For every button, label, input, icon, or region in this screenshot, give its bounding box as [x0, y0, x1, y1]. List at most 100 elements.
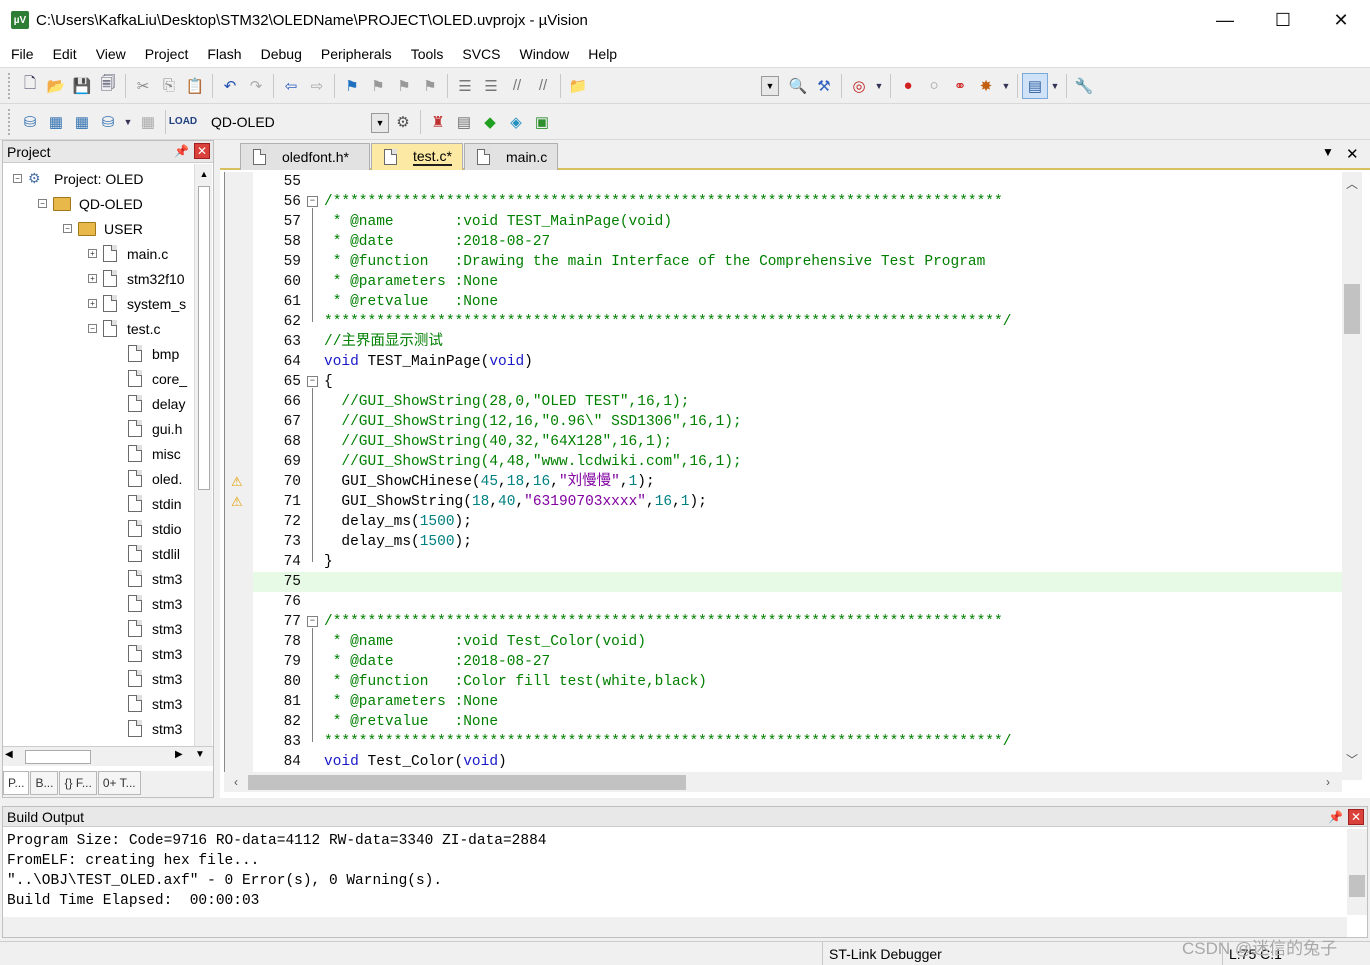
tree-item[interactable]: stdlil — [113, 541, 180, 566]
code-line[interactable]: 77−/************************************… — [253, 612, 1342, 632]
prev-bookmark-icon[interactable]: ⚑ — [365, 73, 391, 99]
scroll-thumb[interactable] — [1344, 284, 1360, 334]
pin-icon[interactable]: 📌 — [1328, 810, 1343, 824]
code-line[interactable]: 70 GUI_ShowCHinese(45,18,16,"刘慢慢",1); — [253, 472, 1342, 492]
code-line[interactable]: 57 * @name :void TEST_MainPage(void) — [253, 212, 1342, 232]
scroll-left-icon[interactable]: ‹ — [226, 772, 246, 792]
select-packs-icon[interactable]: ◆ — [477, 109, 503, 135]
code-line[interactable]: 75 — [253, 572, 1342, 592]
close-panel-icon[interactable]: ✕ — [1348, 809, 1364, 825]
tree-item[interactable]: core_ — [113, 366, 187, 391]
code-line[interactable]: 66 //GUI_ShowString(28,0,"OLED TEST",16,… — [253, 392, 1342, 412]
new-file-icon[interactable]: 🗋 — [17, 73, 43, 99]
kill-breakpoints-icon[interactable]: ⚭ — [947, 73, 973, 99]
fold-toggle-icon[interactable]: − — [307, 196, 318, 207]
find-in-files-icon[interactable]: 📁 — [565, 73, 591, 99]
comment-icon[interactable]: // — [504, 73, 530, 99]
collapse-icon[interactable]: − — [13, 174, 22, 183]
scroll-thumb[interactable] — [1349, 875, 1365, 897]
code-line[interactable]: 56−/************************************… — [253, 192, 1342, 212]
tab-oledfont-h[interactable]: oledfont.h* — [240, 143, 370, 170]
find-combo-dropdown[interactable]: ▼ — [761, 75, 779, 96]
code-line[interactable]: 71 GUI_ShowString(18,40,"63190703xxxx",1… — [253, 492, 1342, 512]
build-output-vscrollbar[interactable] — [1347, 829, 1367, 915]
expand-icon[interactable]: + — [88, 249, 97, 258]
menu-peripherals[interactable]: Peripherals — [310, 46, 400, 62]
scroll-left-icon[interactable]: ◀ — [5, 749, 13, 760]
menu-flash[interactable]: Flash — [196, 46, 249, 62]
menu-edit[interactable]: Edit — [42, 46, 85, 62]
tree-item[interactable]: stdio — [113, 516, 182, 541]
tab-test-c[interactable]: test.c* — [371, 143, 463, 170]
tree-item[interactable]: + system_s — [88, 291, 186, 316]
build-output-hscrollbar[interactable] — [3, 917, 1347, 937]
editor-hscrollbar[interactable]: ‹ › — [224, 772, 1342, 792]
tab-project[interactable]: P... — [3, 771, 30, 795]
scroll-right-icon[interactable]: ▶ — [175, 749, 183, 760]
warning-icon[interactable]: ⚠ — [231, 495, 247, 509]
scroll-thumb[interactable] — [198, 186, 210, 490]
project-tree-vscrollbar[interactable]: ▲ — [194, 164, 212, 754]
stop-build-icon[interactable]: ▦ — [135, 109, 161, 135]
menu-svcs[interactable]: SVCS — [451, 46, 508, 62]
translate-icon[interactable]: ⛁ — [17, 109, 43, 135]
warning-icon[interactable]: ⚠ — [231, 475, 247, 489]
tab-main-c[interactable]: main.c — [464, 143, 558, 170]
tree-item[interactable]: − test.c — [88, 316, 160, 341]
code-line[interactable]: 74} — [253, 552, 1342, 572]
code-line[interactable]: 78 * @name :void Test_Color(void) — [253, 632, 1342, 652]
next-bookmark-icon[interactable]: ⚑ — [391, 73, 417, 99]
tree-item[interactable]: − USER — [63, 216, 143, 241]
menu-project[interactable]: Project — [134, 46, 197, 62]
indent-icon[interactable]: ☰ — [452, 73, 478, 99]
tab-list-dropdown-icon[interactable]: ▼ — [1322, 145, 1334, 159]
save-all-icon[interactable]: 🗐 — [95, 73, 121, 99]
copy-icon[interactable]: ⎘ — [156, 73, 182, 99]
incremental-find-icon[interactable]: ⚒ — [811, 73, 837, 99]
paste-icon[interactable]: 📋 — [182, 73, 208, 99]
breakpoint-icon[interactable]: ● — [895, 73, 921, 99]
tab-functions[interactable]: {} F... — [59, 771, 97, 795]
menu-view[interactable]: View — [85, 46, 134, 62]
tree-item[interactable]: misc — [113, 441, 181, 466]
pin-icon[interactable]: 📌 — [174, 144, 189, 158]
navigate-forward-icon[interactable]: ⇨ — [304, 73, 330, 99]
code-line[interactable]: 62 **************************************… — [253, 312, 1342, 332]
tab-books[interactable]: B... — [30, 771, 59, 795]
scroll-right-icon[interactable]: › — [1318, 772, 1338, 792]
tree-item[interactable]: stm3 — [113, 591, 182, 616]
disable-breakpoint-icon[interactable]: ○ — [921, 73, 947, 99]
target-select[interactable]: QD-OLED ▼ — [204, 109, 390, 134]
code-line[interactable]: 58 * @date :2018-08-27 — [253, 232, 1342, 252]
window-layout-icon[interactable]: ▤ — [1022, 72, 1048, 99]
editor-gutter[interactable]: ⚠ ⚠ — [225, 172, 253, 772]
redo-icon[interactable]: ↷ — [243, 73, 269, 99]
maximize-button[interactable]: ☐ — [1254, 0, 1312, 40]
batch-build-icon[interactable]: ⛁ — [95, 109, 121, 135]
expand-icon[interactable]: + — [88, 299, 97, 308]
rebuild-icon[interactable]: ▦ — [69, 109, 95, 135]
chevron-down-icon[interactable]: ▼ — [371, 112, 389, 133]
code-line[interactable]: 69 //GUI_ShowString(4,48,"www.lcdwiki.co… — [253, 452, 1342, 472]
dropdown-arrow-icon[interactable]: ▼ — [1048, 73, 1062, 99]
bookmark-icon[interactable]: ⚑ — [339, 73, 365, 99]
tree-item[interactable]: oled. — [113, 466, 182, 491]
tree-item[interactable]: + main.c — [88, 241, 168, 266]
code-view[interactable]: ⚠ ⚠ 55 56−/*******************************… — [224, 172, 1342, 772]
code-line[interactable]: 73 delay_ms(1500); — [253, 532, 1342, 552]
code-line[interactable]: 82 * @retvalue :None — [253, 712, 1342, 732]
tree-item[interactable]: + stm32f10 — [88, 266, 185, 291]
undo-icon[interactable]: ↶ — [217, 73, 243, 99]
debug-session-icon[interactable]: ◎ — [846, 73, 872, 99]
collapse-icon[interactable]: − — [38, 199, 47, 208]
menu-debug[interactable]: Debug — [250, 46, 310, 62]
code-line[interactable]: 80 * @function :Color fill test(white,bl… — [253, 672, 1342, 692]
tree-item[interactable]: delay — [113, 391, 185, 416]
fold-toggle-icon[interactable]: − — [307, 376, 318, 387]
scroll-down-icon[interactable]: ▼ — [195, 749, 205, 760]
tree-item[interactable]: − ⚙ Project: OLED — [13, 166, 143, 191]
tree-item[interactable]: stm3 — [113, 641, 182, 666]
manage-rte-icon[interactable]: ◈ — [503, 109, 529, 135]
code-line[interactable]: 64 void TEST_MainPage(void) — [253, 352, 1342, 372]
code-line[interactable]: 84 void Test_Color(void) — [253, 752, 1342, 772]
